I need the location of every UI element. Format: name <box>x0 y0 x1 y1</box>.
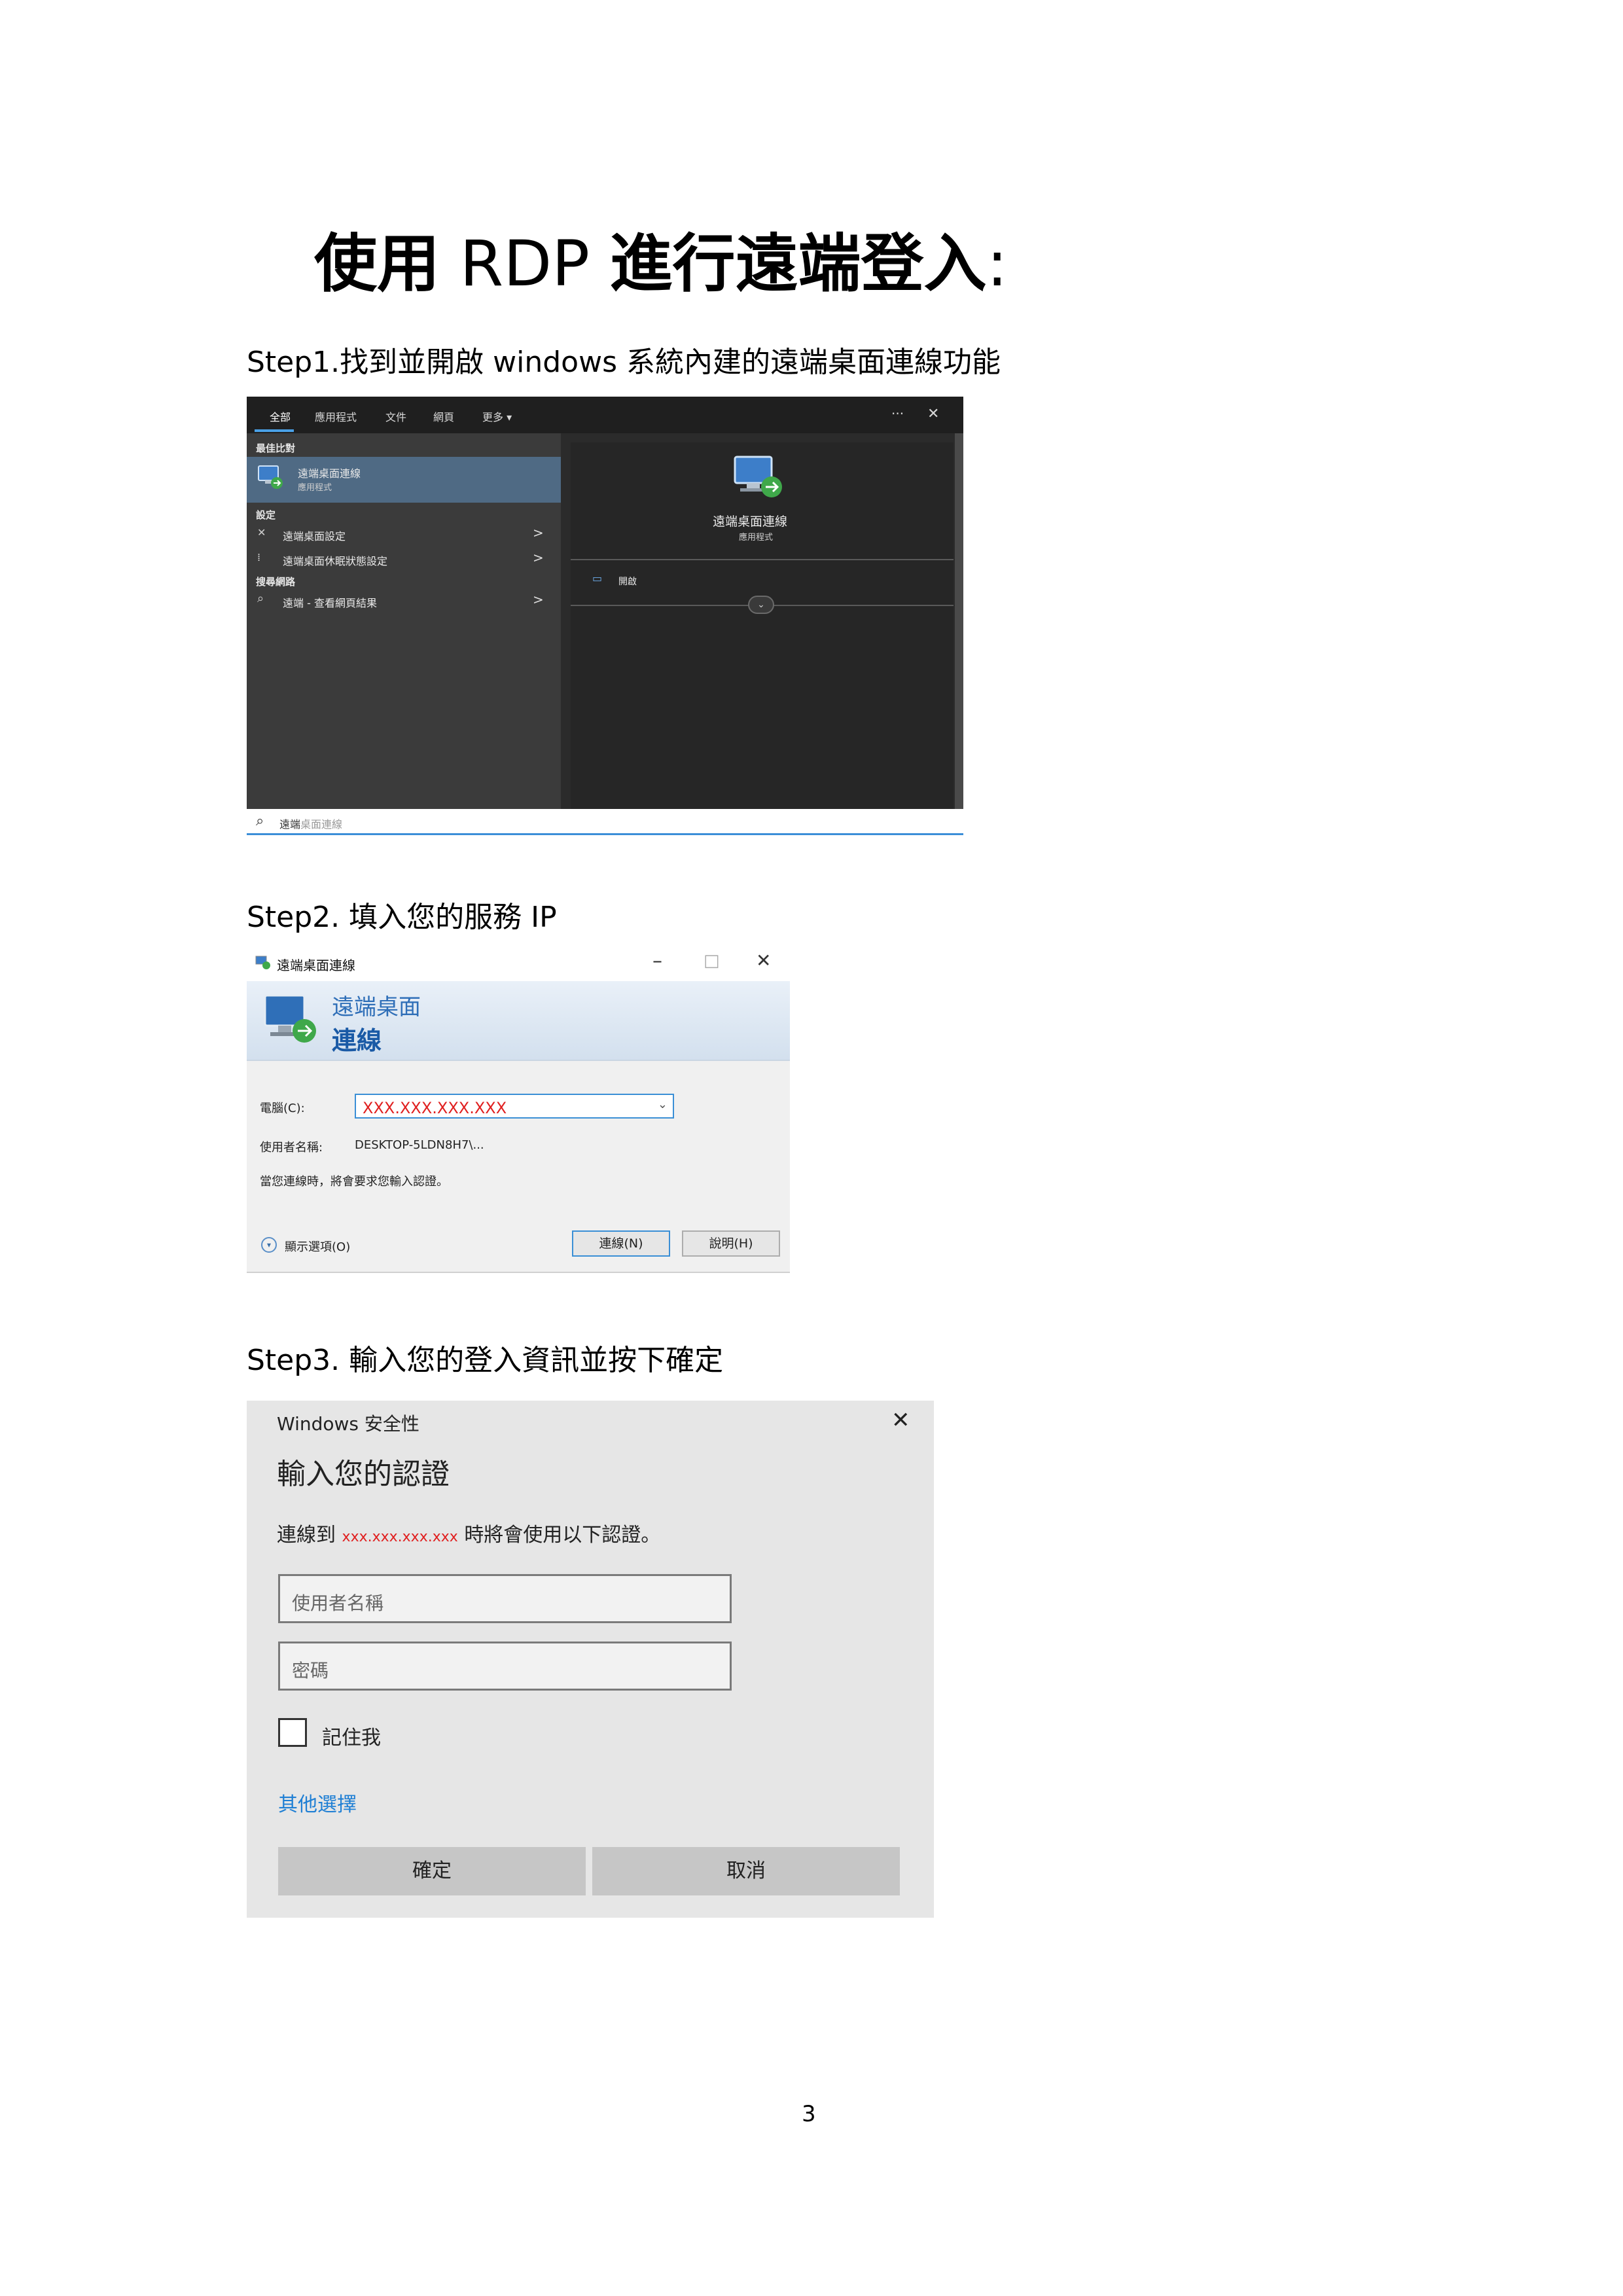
settings-header: 設定 <box>256 509 276 521</box>
ok-button[interactable]: 確定 <box>278 1847 586 1895</box>
active-tab-underline <box>255 429 294 432</box>
connect-button[interactable]: 連線(N) <box>572 1230 670 1257</box>
username-placeholder: 使用者名稱 <box>292 1592 384 1614</box>
search-input-text: 遠端桌面連線 <box>279 816 342 831</box>
tab-all[interactable]: 全部 <box>270 408 291 424</box>
remember-me-label: 記住我 <box>322 1727 381 1749</box>
page-number: 3 <box>802 2101 816 2127</box>
web-search-header: 搜尋網路 <box>256 576 296 588</box>
search-typed-text: 遠端 <box>279 818 301 831</box>
minimize-button[interactable]: – <box>652 950 662 973</box>
banner-line2: 連線 <box>332 1026 382 1055</box>
tab-more[interactable]: 更多 ▾ <box>482 408 512 424</box>
credential-note: 當您連線時，將會要求您輸入認證。 <box>260 1175 448 1189</box>
search-input[interactable]: ⌕ 遠端桌面連線 <box>247 809 963 835</box>
open-action[interactable]: 開啟 <box>618 575 637 588</box>
preview-subtitle: 應用程式 <box>739 533 774 543</box>
connect-host: xxx.xxx.xxx.xxx <box>342 1529 458 1545</box>
title-text-3: 進行遠端登入 <box>609 227 987 300</box>
computer-input[interactable]: XXX.XXX.XXX.XXX ⌄ <box>355 1094 674 1119</box>
dialog-heading: 輸入您的認證 <box>277 1458 450 1491</box>
close-button[interactable]: ✕ <box>756 950 771 971</box>
password-placeholder: 密碼 <box>292 1660 329 1681</box>
expand-chevron-icon[interactable]: ⌄ <box>748 596 774 614</box>
chevron-right-icon: > <box>533 592 544 607</box>
scrollbar[interactable] <box>955 433 963 809</box>
computer-input-value: XXX.XXX.XXX.XXX <box>363 1099 507 1117</box>
web-search-item[interactable]: 遠端 - 查看網頁結果 <box>283 594 377 610</box>
settings-icon: ✕ <box>257 526 266 539</box>
window-title: 遠端桌面連線 <box>277 958 355 973</box>
banner-line1: 遠端桌面 <box>332 994 421 1020</box>
remote-desktop-icon <box>258 465 283 489</box>
remote-desktop-large-icon <box>264 994 316 1043</box>
password-field[interactable]: 密碼 <box>278 1641 732 1691</box>
open-icon: ▭ <box>592 572 603 584</box>
windows-security-screenshot: Windows 安全性 ✕ 輸入您的認證 連線到 xxx.xxx.xxx.xxx… <box>247 1401 934 1918</box>
preview-title: 遠端桌面連線 <box>713 514 788 529</box>
best-match-header: 最佳比對 <box>256 442 296 454</box>
close-icon[interactable]: ✕ <box>927 406 939 422</box>
title-text-1: 使用 <box>314 227 440 300</box>
remember-me-checkbox[interactable] <box>278 1718 307 1747</box>
best-match-title: 遠端桌面連線 <box>298 467 361 480</box>
username-field[interactable]: 使用者名稱 <box>278 1574 732 1623</box>
best-match-item[interactable] <box>247 457 561 503</box>
settings-item-remote-desktop[interactable]: 遠端桌面設定 <box>283 528 346 543</box>
dialog-banner <box>247 981 790 1061</box>
username-value: DESKTOP-5LDN8H7\... <box>355 1138 484 1152</box>
computer-label: 電腦(C): <box>260 1102 305 1115</box>
search-icon: ⌕ <box>257 592 264 605</box>
chevron-down-icon[interactable]: ⌄ <box>658 1098 668 1111</box>
step3-heading: Step3. 輸入您的登入資訊並按下確定 <box>247 1344 724 1377</box>
rdp-dialog-screenshot: 遠端桌面連線 – □ ✕ 遠端桌面 連線 電腦(C): XXX.XXX.XXX.… <box>247 944 790 1273</box>
remote-desktop-large-icon <box>734 456 782 497</box>
title-text-4: : <box>986 227 1008 300</box>
divider <box>571 559 954 560</box>
search-icon: ⌕ <box>256 813 264 829</box>
show-options-link[interactable]: 顯示選項(O) <box>285 1238 350 1255</box>
maximize-button[interactable]: □ <box>704 951 720 971</box>
window-title: Windows 安全性 <box>277 1413 419 1435</box>
remote-desktop-small-icon <box>255 956 270 969</box>
page-title: 使用 RDP 進行遠端登入: <box>314 232 1008 295</box>
help-button[interactable]: 說明(H) <box>682 1230 780 1257</box>
power-settings-icon: ⁞ <box>257 551 261 564</box>
cancel-button[interactable]: 取消 <box>592 1847 900 1895</box>
tab-documents[interactable]: 文件 <box>385 408 406 424</box>
chevron-right-icon: > <box>533 550 544 565</box>
tab-web[interactable]: 網頁 <box>433 408 454 424</box>
step1-heading: Step1.找到並開啟 windows 系統內建的遠端桌面連線功能 <box>247 346 1001 379</box>
connect-prefix: 連線到 <box>277 1524 336 1547</box>
more-choices-link[interactable]: 其他選擇 <box>278 1788 357 1817</box>
title-text-2: RDP <box>440 227 610 300</box>
more-options-icon[interactable]: ··· <box>891 406 904 422</box>
settings-item-sleep[interactable]: 遠端桌面休眠狀態設定 <box>283 552 387 568</box>
search-ghost-text: 桌面連線 <box>300 818 343 831</box>
close-button[interactable]: ✕ <box>891 1407 910 1433</box>
best-match-subtitle: 應用程式 <box>298 483 332 493</box>
connect-message: 連線到 xxx.xxx.xxx.xxx 時將會使用以下認證。 <box>277 1518 660 1547</box>
expand-options-icon[interactable]: ▾ <box>261 1237 277 1253</box>
connect-suffix: 時將會使用以下認證。 <box>464 1524 661 1547</box>
step2-heading: Step2. 填入您的服務 IP <box>247 901 557 934</box>
chevron-right-icon: > <box>533 525 544 541</box>
search-panel-screenshot: 全部 應用程式 文件 網頁 更多 ▾ ··· ✕ 最佳比對 遠端桌面連線 應用程… <box>247 397 963 835</box>
tab-apps[interactable]: 應用程式 <box>315 408 357 424</box>
username-label: 使用者名稱: <box>260 1141 323 1155</box>
